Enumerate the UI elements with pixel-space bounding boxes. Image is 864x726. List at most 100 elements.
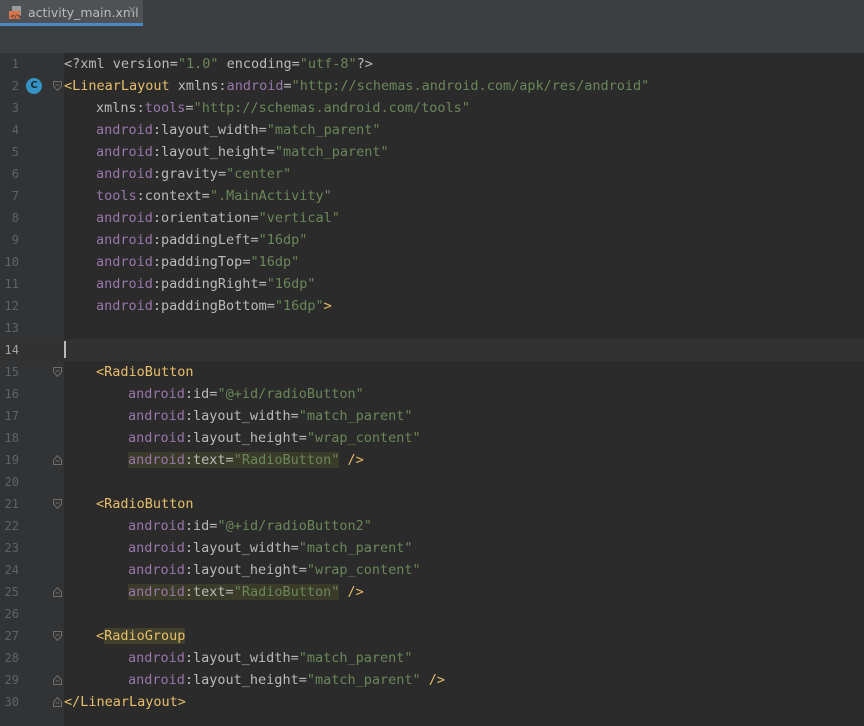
code-line: 12 android:paddingBottom="16dp"> (0, 295, 864, 317)
code-text: android:paddingTop="16dp" (96, 254, 300, 270)
code-text: android:id="@+id/radioButton2" (128, 518, 372, 534)
code-text: android:orientation="vertical" (96, 210, 340, 226)
code-text: android:text="RadioButton" /> (128, 584, 364, 600)
fold-open-icon[interactable] (53, 367, 62, 377)
code-text: tools:context=".MainActivity" (96, 188, 332, 204)
code-text: android:layout_width="match_parent" (96, 122, 381, 138)
code-text: </LinearLayout> (64, 694, 186, 710)
line-number: 28 (4, 651, 19, 665)
class-reference-icon[interactable]: C (26, 78, 42, 94)
line-number: 1 (11, 57, 19, 71)
line-number: 15 (4, 365, 19, 379)
line-number: 30 (4, 695, 19, 709)
code-line: 16 android:id="@+id/radioButton" (0, 383, 864, 405)
code-line: 28 android:layout_width="match_parent" (0, 647, 864, 669)
code-text: android:layout_width="match_parent" (128, 408, 413, 424)
code-line: 4 android:layout_width="match_parent" (0, 119, 864, 141)
code-line: 24 android:layout_height="wrap_content" (0, 559, 864, 581)
svg-text:</>: </> (10, 14, 22, 20)
code-line: 21 <RadioButton (0, 493, 864, 515)
code-line: 30 </LinearLayout> (0, 691, 864, 713)
line-number: 12 (4, 299, 19, 313)
code-line: 13 (0, 317, 864, 339)
line-number: 3 (11, 101, 19, 115)
line-number: 24 (4, 563, 19, 577)
line-number: 11 (4, 277, 19, 291)
code-text: android:paddingBottom="16dp"> (96, 298, 332, 314)
code-text: android:gravity="center" (96, 166, 292, 182)
code-text: <?xml version="1.0" encoding="utf-8"?> (64, 56, 373, 72)
code-text: android:layout_width="match_parent" (128, 540, 413, 556)
line-number: 19 (4, 453, 19, 467)
line-number: 27 (4, 629, 19, 643)
code-text: android:layout_width="match_parent" (128, 650, 413, 666)
code-line: 6 android:gravity="center" (0, 163, 864, 185)
code-line: 17 android:layout_width="match_parent" (0, 405, 864, 427)
line-number: 17 (4, 409, 19, 423)
code-text: <RadioGroup (96, 628, 186, 644)
code-text: <LinearLayout xmlns:android="http://sche… (64, 78, 650, 94)
code-line: 11 android:paddingRight="16dp" (0, 273, 864, 295)
xml-file-icon: </> (9, 6, 22, 20)
fold-open-icon[interactable] (53, 81, 62, 91)
line-number: 21 (4, 497, 19, 511)
line-number: 25 (4, 585, 19, 599)
code-line: 18 android:layout_height="wrap_content" (0, 427, 864, 449)
code-editor[interactable]: 1 <?xml version="1.0" encoding="utf-8"?>… (0, 53, 864, 726)
code-text: android:paddingLeft="16dp" (96, 232, 308, 248)
code-line: 3 xmlns:tools="http://schemas.android.co… (0, 97, 864, 119)
line-number: 8 (11, 211, 19, 225)
line-number: 13 (4, 321, 19, 335)
code-text: <RadioButton (96, 496, 194, 512)
fold-close-icon[interactable] (53, 697, 62, 707)
line-number: 22 (4, 519, 19, 533)
code-text: android:layout_height="wrap_content" (128, 430, 421, 446)
line-number: 18 (4, 431, 19, 445)
code-line: 9 android:paddingLeft="16dp" (0, 229, 864, 251)
fold-open-icon[interactable] (53, 631, 62, 641)
current-code-line: 14 (0, 339, 864, 361)
text-caret (64, 340, 66, 358)
line-number: 29 (4, 673, 19, 687)
line-number: 26 (4, 607, 19, 621)
line-number: 9 (11, 233, 19, 247)
code-text: android:layout_height="match_parent" /> (128, 672, 446, 688)
code-line: 10 android:paddingTop="16dp" (0, 251, 864, 273)
code-line: 5 android:layout_height="match_parent" (0, 141, 864, 163)
line-number: 20 (4, 475, 19, 489)
line-number: 10 (4, 255, 19, 269)
line-number: 6 (11, 167, 19, 181)
code-text: android:text="RadioButton" /> (128, 452, 364, 468)
close-icon[interactable]: ✕ (127, 3, 137, 17)
fold-close-icon[interactable] (53, 455, 62, 465)
code-text: android:id="@+id/radioButton" (128, 386, 364, 402)
breadcrumb-bar (0, 26, 864, 54)
code-line: 22 android:id="@+id/radioButton2" (0, 515, 864, 537)
code-line: 27 <RadioGroup (0, 625, 864, 647)
code-text: android:layout_height="wrap_content" (128, 562, 421, 578)
line-number: 5 (11, 145, 19, 159)
code-line: 2 C <LinearLayout xmlns:android="http://… (0, 75, 864, 97)
code-line: 8 android:orientation="vertical" (0, 207, 864, 229)
fold-close-icon[interactable] (53, 675, 62, 685)
code-text (64, 339, 66, 361)
code-line: 1 <?xml version="1.0" encoding="utf-8"?> (0, 53, 864, 75)
code-line: 29 android:layout_height="match_parent" … (0, 669, 864, 691)
line-number: 16 (4, 387, 19, 401)
code-line: 15 <RadioButton (0, 361, 864, 383)
code-line: 19 android:text="RadioButton" /> (0, 449, 864, 471)
fold-close-icon[interactable] (53, 587, 62, 597)
line-number: 14 (4, 343, 19, 357)
line-number: 23 (4, 541, 19, 555)
line-number: 2 (11, 79, 19, 93)
tab-label: activity_main.xml (28, 5, 139, 20)
code-line: 26 (0, 603, 864, 625)
line-number: 7 (11, 189, 19, 203)
code-text: android:paddingRight="16dp" (96, 276, 316, 292)
tab-activity-main-xml[interactable]: </> activity_main.xml ✕ (0, 0, 143, 26)
fold-open-icon[interactable] (53, 499, 62, 509)
code-line: 20 (0, 471, 864, 493)
line-number: 4 (11, 123, 19, 137)
code-line: 25 android:text="RadioButton" /> (0, 581, 864, 603)
editor-tab-bar: </> activity_main.xml ✕ (0, 0, 864, 26)
